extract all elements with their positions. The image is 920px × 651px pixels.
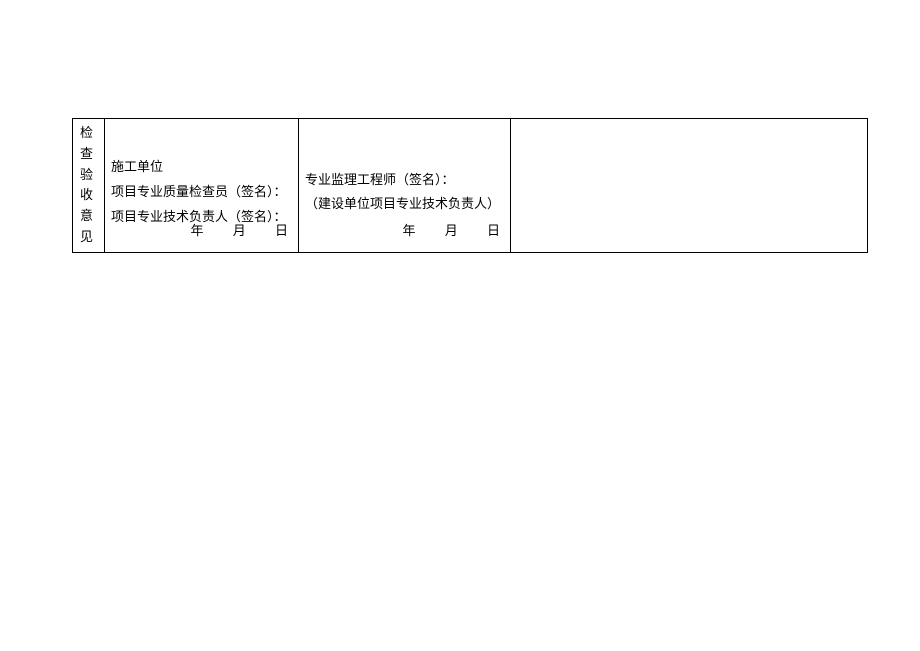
- table-row: 检查 验收 意见 施工单位 项目专业质量检查员（签名）： 项目专业技术负责人（签…: [73, 119, 868, 253]
- month-label: 月: [233, 223, 246, 238]
- date-placeholder: 年 月 日: [172, 219, 288, 244]
- date-placeholder: 年 月 日: [384, 219, 500, 244]
- label-line: 意见: [75, 206, 102, 248]
- inspection-acceptance-table: 检查 验收 意见 施工单位 项目专业质量检查员（签名）： 项目专业技术负责人（签…: [72, 118, 868, 253]
- year-label: 年: [190, 223, 203, 238]
- construction-unit-text: 施工单位: [111, 155, 292, 180]
- supervising-engineer-cell: 专业监理工程师（签名）： （建设单位项目专业技术负责人） 年 月 日: [299, 119, 511, 253]
- month-label: 月: [445, 223, 458, 238]
- day-label: 日: [487, 223, 500, 238]
- day-label: 日: [275, 223, 288, 238]
- label-line: 检查: [75, 123, 102, 165]
- row-label-cell: 检查 验收 意见: [73, 119, 105, 253]
- year-label: 年: [402, 223, 415, 238]
- owner-technical-lead-note: （建设单位项目专业技术负责人）: [305, 192, 504, 217]
- empty-cell: [511, 119, 868, 253]
- construction-unit-cell: 施工单位 项目专业质量检查员（签名）： 项目专业技术负责人（签名）： 年 月 日: [105, 119, 299, 253]
- supervising-engineer-signature-label: 专业监理工程师（签名）：: [305, 168, 504, 193]
- label-line: 验收: [75, 165, 102, 207]
- quality-inspector-signature-label: 项目专业质量检查员（签名）：: [111, 180, 292, 205]
